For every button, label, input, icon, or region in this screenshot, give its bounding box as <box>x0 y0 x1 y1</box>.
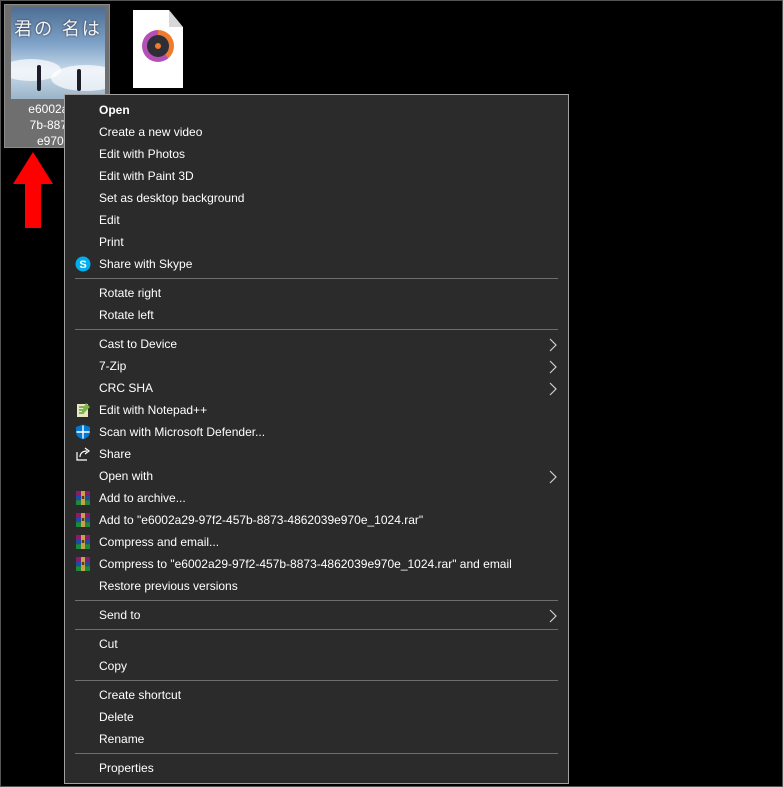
menu-item-label: Rotate right <box>99 286 162 300</box>
menu-item-label: Add to archive... <box>99 491 186 505</box>
menu-item-add-to-archive[interactable]: Add to archive... <box>65 487 568 509</box>
menu-item-label: 7-Zip <box>99 359 127 373</box>
menu-item-send-to[interactable]: Send to <box>65 604 568 626</box>
menu-item-rotate-right[interactable]: Rotate right <box>65 282 568 304</box>
menu-item-label: Open <box>99 103 130 117</box>
menu-item-label: Open with <box>99 469 154 483</box>
chevron-right-icon <box>548 469 558 484</box>
menu-item-label: Edit with Notepad++ <box>99 403 208 417</box>
menu-item-compress-to-e6002a29-97f2-457b-8873-4862[interactable]: Compress to "e6002a29-97f2-457b-8873-486… <box>65 553 568 575</box>
image-thumbnail: 君の 名は <box>11 7 105 99</box>
menu-item-label: Cast to Device <box>99 337 178 351</box>
notepadpp-icon <box>75 402 91 418</box>
winrar-icon <box>75 490 91 506</box>
menu-item-label: Share with Skype <box>99 257 193 271</box>
menu-item-label: Rename <box>99 732 145 746</box>
menu-item-cut[interactable]: Cut <box>65 633 568 655</box>
menu-separator <box>75 753 558 754</box>
menu-item-label: Send to <box>99 608 141 622</box>
winrar-icon <box>75 534 91 550</box>
menu-item-rename[interactable]: Rename <box>65 728 568 750</box>
menu-item-share-with-skype[interactable]: S Share with Skype <box>65 253 568 275</box>
audio-file-icon[interactable] <box>128 10 188 92</box>
menu-item-label: Set as desktop background <box>99 191 245 205</box>
menu-item-label: Scan with Microsoft Defender... <box>99 425 266 439</box>
menu-item-label: Edit with Photos <box>99 147 186 161</box>
music-disc-icon <box>133 10 183 88</box>
menu-item-create-a-new-video[interactable]: Create a new video <box>65 121 568 143</box>
chevron-right-icon <box>548 608 558 623</box>
menu-separator <box>75 278 558 279</box>
menu-item-edit-with-photos[interactable]: Edit with Photos <box>65 143 568 165</box>
menu-item-label: Compress to "e6002a29-97f2-457b-8873-486… <box>99 557 512 571</box>
menu-item-label: Create shortcut <box>99 688 182 702</box>
menu-separator <box>75 680 558 681</box>
context-menu: Open Create a new video Edit with Photos Ed… <box>64 94 569 784</box>
menu-item-delete[interactable]: Delete <box>65 706 568 728</box>
menu-item-label: Edit with Paint 3D <box>99 169 194 183</box>
menu-item-7-zip[interactable]: 7-Zip <box>65 355 568 377</box>
menu-item-label: Print <box>99 235 124 249</box>
defender-shield-icon <box>75 424 91 440</box>
menu-item-edit[interactable]: Edit <box>65 209 568 231</box>
menu-item-share[interactable]: Share <box>65 443 568 465</box>
menu-item-crc-sha[interactable]: CRC SHA <box>65 377 568 399</box>
menu-item-label: Rotate left <box>99 308 154 322</box>
chevron-right-icon <box>548 337 558 352</box>
menu-item-edit-with-notepad[interactable]: Edit with Notepad++ <box>65 399 568 421</box>
svg-text:S: S <box>79 259 86 271</box>
menu-item-label: Add to "e6002a29-97f2-457b-8873-4862039e… <box>99 513 424 527</box>
menu-separator <box>75 629 558 630</box>
menu-item-label: Properties <box>99 761 154 775</box>
menu-item-label: Restore previous versions <box>99 579 238 593</box>
menu-item-copy[interactable]: Copy <box>65 655 568 677</box>
thumbnail-title: 君の 名は <box>14 19 102 40</box>
menu-item-label: Edit <box>99 213 120 227</box>
menu-item-label: Delete <box>99 710 134 724</box>
menu-item-label: CRC SHA <box>99 381 154 395</box>
menu-item-scan-with-microsoft-defender[interactable]: Scan with Microsoft Defender... <box>65 421 568 443</box>
menu-item-label: Create a new video <box>99 125 203 139</box>
menu-item-cast-to-device[interactable]: Cast to Device <box>65 333 568 355</box>
chevron-right-icon <box>548 381 558 396</box>
menu-item-open-with[interactable]: Open with <box>65 465 568 487</box>
winrar-icon <box>75 512 91 528</box>
menu-item-add-to-e6002a29-97f2-457b-8873-4862039e9[interactable]: Add to "e6002a29-97f2-457b-8873-4862039e… <box>65 509 568 531</box>
skype-icon: S <box>75 256 91 272</box>
menu-item-label: Share <box>99 447 132 461</box>
menu-item-label: Cut <box>99 637 118 651</box>
menu-item-label: Compress and email... <box>99 535 220 549</box>
chevron-right-icon <box>548 359 558 374</box>
menu-item-rotate-left[interactable]: Rotate left <box>65 304 568 326</box>
menu-item-print[interactable]: Print <box>65 231 568 253</box>
menu-item-compress-and-email[interactable]: Compress and email... <box>65 531 568 553</box>
share-icon <box>75 446 91 462</box>
menu-item-edit-with-paint-3d[interactable]: Edit with Paint 3D <box>65 165 568 187</box>
red-arrow-annotation <box>13 152 53 228</box>
menu-separator <box>75 329 558 330</box>
menu-item-restore-previous-versions[interactable]: Restore previous versions <box>65 575 568 597</box>
menu-item-create-shortcut[interactable]: Create shortcut <box>65 684 568 706</box>
menu-separator <box>75 600 558 601</box>
menu-item-label: Copy <box>99 659 128 673</box>
menu-item-set-as-desktop-background[interactable]: Set as desktop background <box>65 187 568 209</box>
menu-item-properties[interactable]: Properties <box>65 757 568 779</box>
menu-item-open[interactable]: Open <box>65 99 568 121</box>
winrar-icon <box>75 556 91 572</box>
